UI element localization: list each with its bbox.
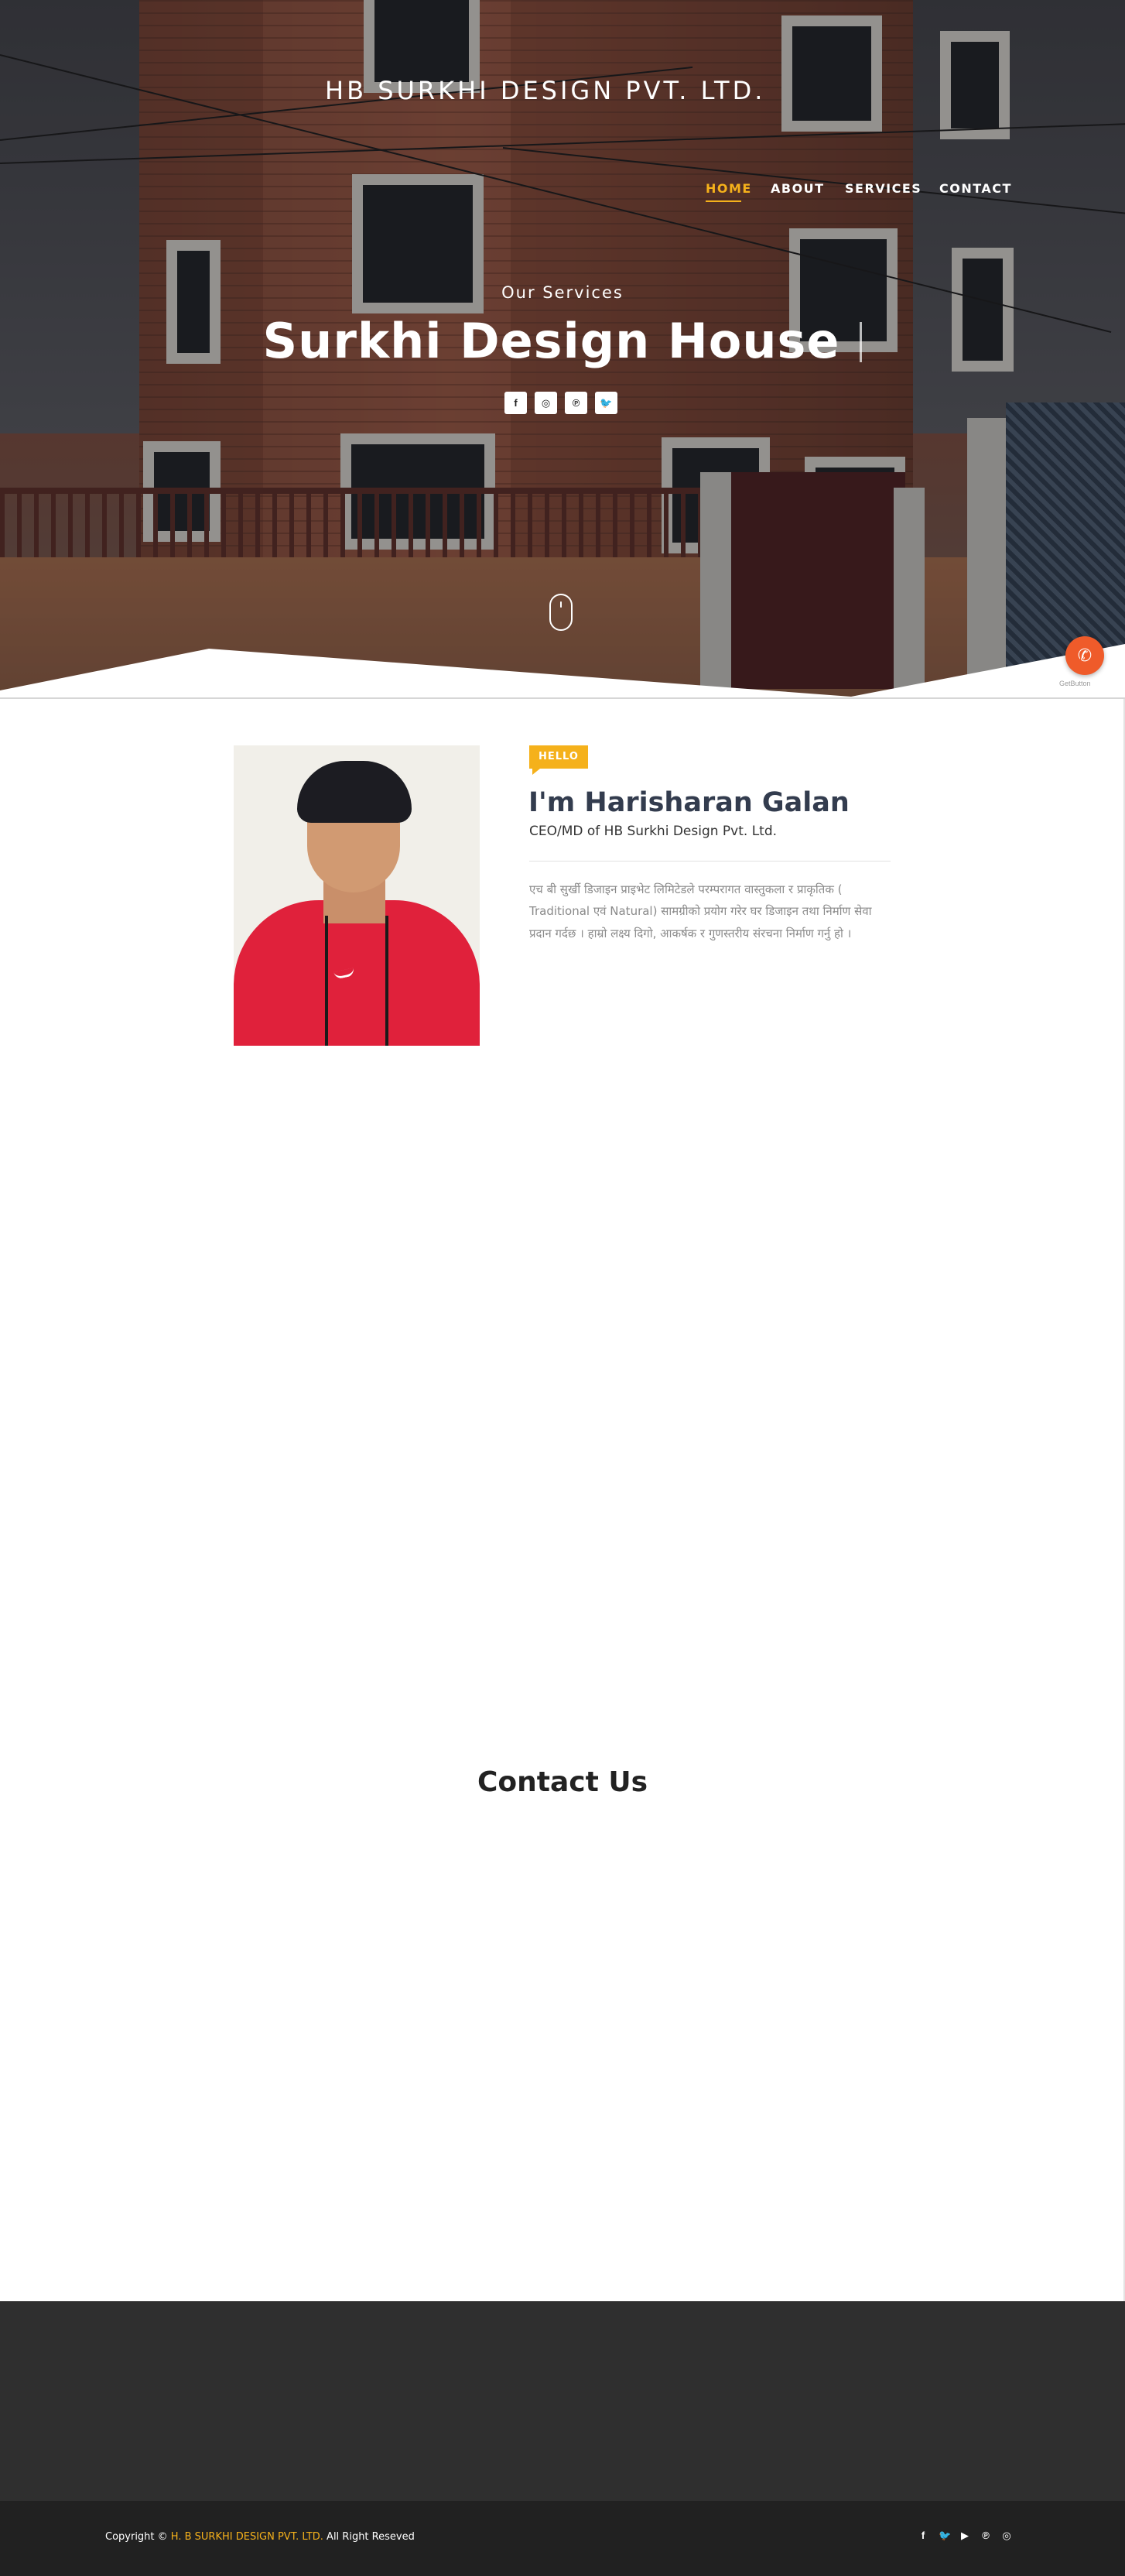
- hero-bottom-shape: [0, 644, 1125, 697]
- getbutton-label[interactable]: GetButton: [1059, 680, 1091, 687]
- scroll-down-icon[interactable]: [549, 594, 573, 631]
- pinterest-icon[interactable]: ℗: [565, 392, 587, 414]
- instagram-icon[interactable]: ◎: [1001, 2530, 1012, 2542]
- hello-badge: HELLO: [529, 745, 588, 775]
- copyright-text: Copyright © H. B SURKHI DESIGN PVT. LTD.…: [105, 2531, 415, 2543]
- nav-item-contact[interactable]: CONTACT: [939, 181, 1012, 196]
- facebook-icon[interactable]: f: [918, 2530, 928, 2542]
- hero-headline-text: Surkhi Design House: [262, 313, 840, 369]
- typing-cursor: [860, 322, 863, 362]
- footer-social-links: f 🐦 ▶ ℗ ◎: [918, 2530, 1012, 2542]
- hero-headline: Surkhi Design House: [0, 313, 1125, 369]
- footer-top-area: [0, 2301, 1125, 2501]
- ceo-photo: [234, 745, 480, 1046]
- twitter-icon[interactable]: 🐦: [595, 392, 617, 414]
- brand-logo-text[interactable]: HB SURKHI DESIGN PVT. LTD.: [325, 76, 765, 105]
- ceo-role: CEO/MD of HB Surkhi Design Pvt. Ltd.: [529, 824, 778, 839]
- youtube-icon[interactable]: ▶: [959, 2530, 970, 2542]
- nav-item-home[interactable]: HOME: [706, 181, 752, 196]
- ceo-name-heading: I'm Harisharan Galan: [528, 787, 850, 818]
- facebook-icon[interactable]: f: [504, 392, 527, 414]
- getbutton-chat-icon[interactable]: ✆: [1065, 636, 1104, 675]
- about-divider: [529, 861, 891, 862]
- hero-section: HB SURKHI DESIGN PVT. LTD. HOME ABOUT SE…: [0, 0, 1125, 697]
- hero-social-links: f ◎ ℗ 🐦: [504, 392, 617, 414]
- name-prefix: I'm: [528, 787, 576, 818]
- ceo-name: Harisharan Galan: [584, 787, 850, 818]
- instagram-icon[interactable]: ◎: [535, 392, 557, 414]
- copyright-suffix: All Right Reseved: [327, 2531, 415, 2543]
- section-divider: [0, 697, 1125, 699]
- copyright-prefix: Copyright ©: [105, 2531, 168, 2543]
- footer-company-link[interactable]: H. B SURKHI DESIGN PVT. LTD.: [171, 2531, 323, 2543]
- nav-item-about[interactable]: ABOUT: [771, 181, 825, 196]
- hero-subtitle: Our Services: [501, 283, 624, 302]
- pinterest-icon[interactable]: ℗: [980, 2530, 991, 2542]
- nav-item-services[interactable]: SERVICES: [845, 181, 922, 196]
- nav-active-indicator: [706, 200, 741, 202]
- contact-title: Contact Us: [477, 1766, 648, 1798]
- twitter-icon[interactable]: 🐦: [939, 2530, 951, 2542]
- ceo-bio: एच बी सुर्खी डिजाइन प्राइभेट लिमिटेडले प…: [529, 882, 872, 940]
